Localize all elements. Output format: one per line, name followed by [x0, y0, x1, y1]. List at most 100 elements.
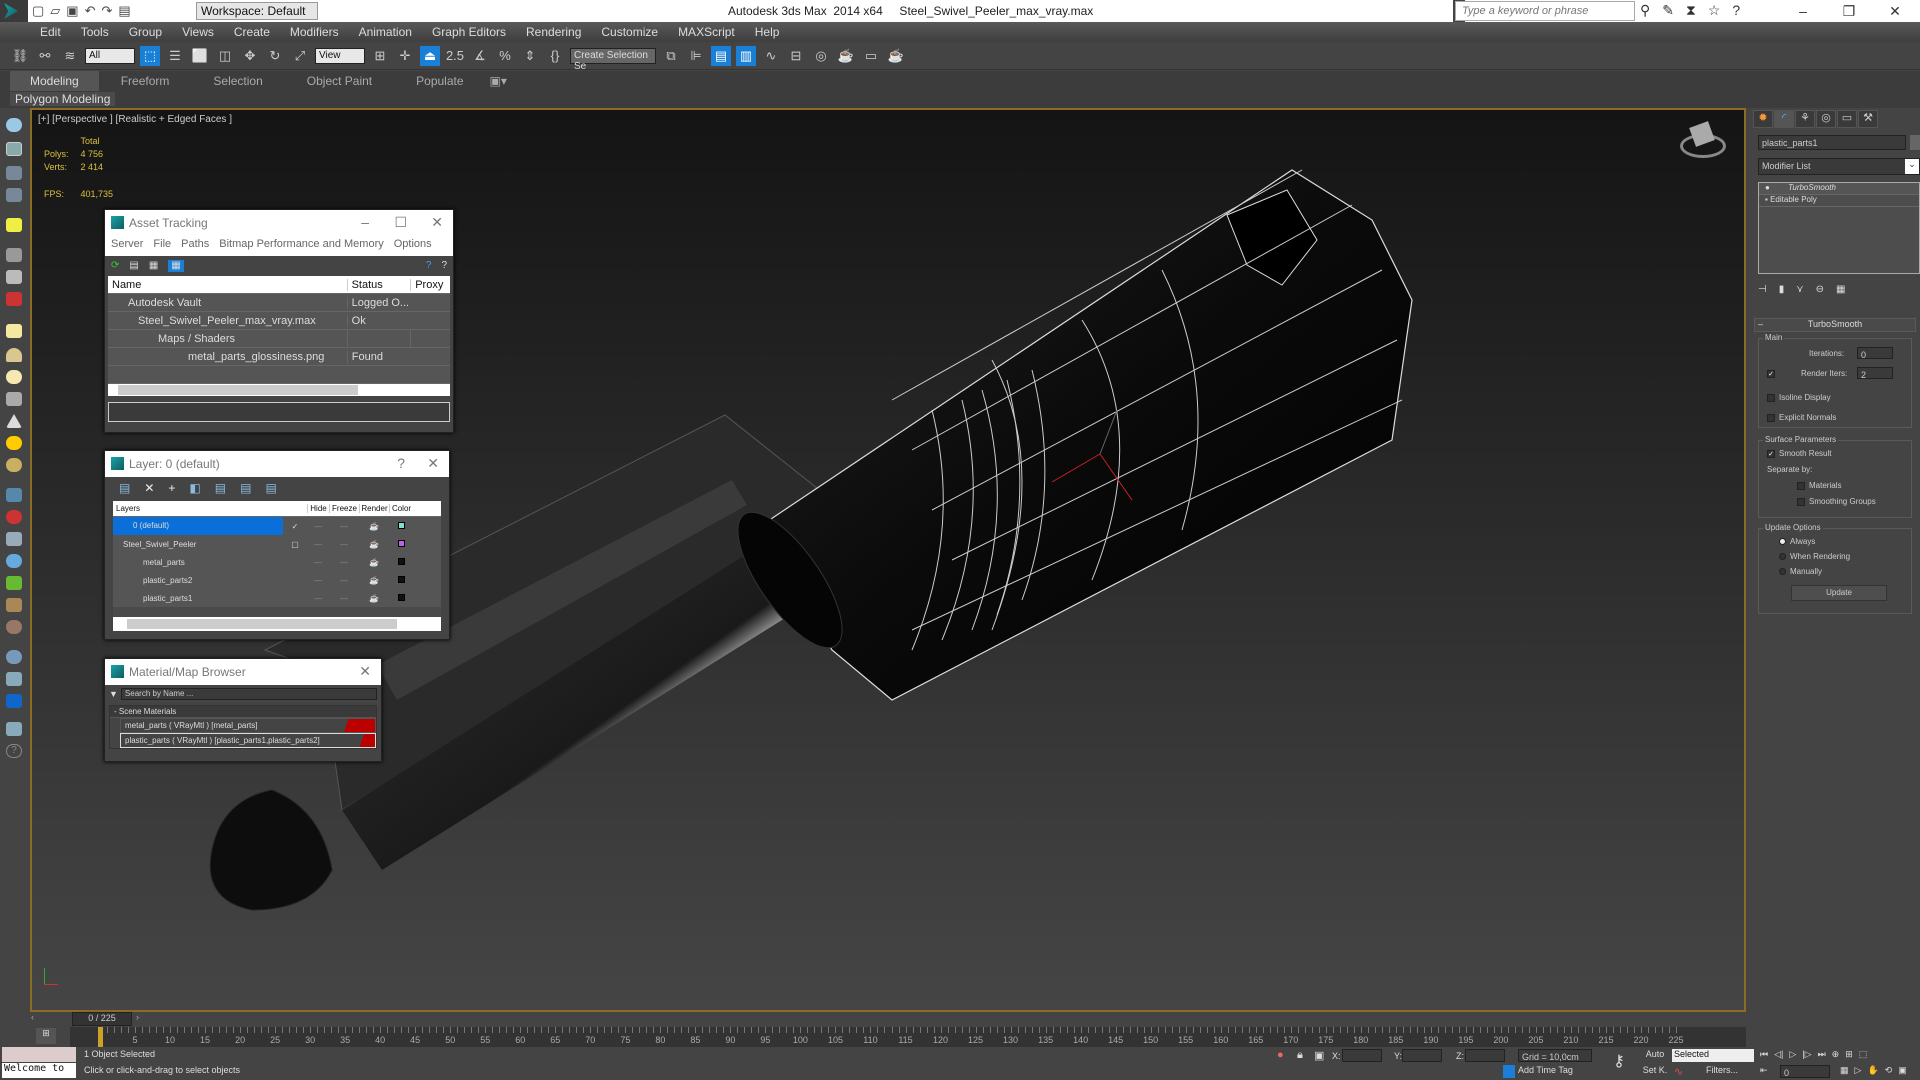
lightbulb-icon[interactable]: ● [1765, 183, 1770, 192]
select-by-name-icon[interactable]: ☰ [165, 46, 185, 66]
layer-row[interactable]: metal_parts — — ☕ [113, 553, 441, 571]
scene-explorer-icon[interactable]: ▤ [711, 45, 731, 66]
highlight-layer-icon[interactable]: ▤ [240, 481, 251, 497]
at-menu-server[interactable]: Server [111, 238, 143, 254]
render-production-icon[interactable]: ☕ [886, 46, 906, 66]
list-panel-icon[interactable] [6, 166, 22, 180]
configure-modifier-sets-icon[interactable]: ▦ [1836, 284, 1845, 295]
unlink-icon[interactable]: ⚯ [35, 46, 55, 66]
render-iters-spinner[interactable]: 2 [1857, 367, 1893, 380]
material-editor-icon[interactable]: ◎ [811, 46, 831, 66]
named-selection-set-dropdown[interactable]: Create Selection Se [570, 47, 656, 72]
column-name[interactable]: Name [108, 279, 347, 291]
restore-button[interactable]: ❐ [1826, 0, 1872, 22]
render-setup-icon[interactable]: ☕ [836, 46, 856, 66]
close-button[interactable]: ✕ [427, 455, 439, 472]
scene-materials-group[interactable]: - Scene Materials [110, 706, 376, 718]
select-manipulate-icon[interactable]: ✛ [395, 46, 415, 66]
key-mode-toggle-icon[interactable]: ⇤ [1760, 1065, 1768, 1076]
materials-checkbox[interactable] [1797, 481, 1805, 490]
render-teapot-icon[interactable]: ☕ [359, 594, 389, 603]
menu-modifiers[interactable]: Modifiers [290, 25, 339, 39]
schematic-view-icon[interactable]: ⊟ [786, 46, 806, 66]
x-coordinate-field[interactable] [1342, 1049, 1382, 1062]
help-circle-icon[interactable]: ? [6, 744, 22, 758]
select-and-link-icon[interactable]: ⛓ [10, 46, 30, 66]
layer-row[interactable]: plastic_parts2— — ☕ [113, 571, 441, 589]
help-icon[interactable]: ? [1732, 2, 1740, 19]
infocenter-search-input[interactable]: Type a keyword or phrase [1455, 1, 1635, 21]
dome-light-icon[interactable] [6, 348, 22, 362]
molecule-icon[interactable] [6, 510, 22, 524]
align-icon[interactable]: ⊫ [686, 46, 706, 66]
orbit-icon[interactable]: ⟲ [1885, 1065, 1893, 1076]
previous-frame-icon[interactable]: ◁| [1774, 1049, 1783, 1060]
layer-color-swatch[interactable] [397, 575, 405, 583]
smooth-result-checkbox[interactable]: ✓ [1767, 449, 1775, 458]
open-file-icon[interactable]: ▱ [50, 3, 60, 19]
field-of-view-icon[interactable]: ▷ [1855, 1065, 1862, 1076]
frame-buffer-icon[interactable] [6, 694, 22, 708]
render-teapot-icon[interactable]: ☕ [359, 576, 389, 585]
layer-color-swatch[interactable] [397, 557, 405, 565]
favorites-star-icon[interactable]: ☆ [1708, 2, 1721, 19]
zoom-all-icon[interactable]: ⊞ [1845, 1049, 1853, 1060]
modify-tab-icon[interactable]: ◜ [1774, 110, 1794, 128]
cone-icon[interactable] [6, 414, 22, 428]
current-frame-field[interactable]: 0 [1780, 1065, 1830, 1078]
application-menu-button[interactable] [0, 0, 28, 22]
expand-plus-icon[interactable]: ▪ [1765, 195, 1768, 204]
mirror-icon[interactable]: ⧉ [661, 46, 681, 66]
isolate-selection-icon[interactable]: ● [1277, 1049, 1284, 1061]
bind-space-warp-icon[interactable]: ≋ [60, 46, 80, 66]
always-radio[interactable] [1779, 538, 1786, 546]
asset-row[interactable]: Autodesk Vault Logged O... [108, 294, 450, 312]
snaps-toggle-icon[interactable]: 2.5 [445, 46, 465, 66]
set-key-button[interactable]: Set K. [1640, 1065, 1670, 1078]
angle-snap-icon[interactable]: ∡ [470, 46, 490, 66]
camera-icon[interactable] [6, 248, 22, 262]
manually-radio[interactable] [1779, 568, 1786, 576]
time-slider[interactable]: 0 / 225 [72, 1012, 132, 1026]
table-view-icon[interactable]: ▦ [168, 260, 184, 272]
export-icon[interactable] [6, 722, 22, 736]
modifier-list-dropdown[interactable]: Modifier List ⌄ [1758, 158, 1920, 175]
z-coordinate-field[interactable] [1465, 1049, 1505, 1062]
go-to-start-icon[interactable]: ⏮ [1760, 1049, 1768, 1060]
isoline-display-checkbox[interactable] [1767, 393, 1775, 402]
polygon-modeling-panel[interactable]: Polygon Modeling [10, 92, 116, 106]
new-file-icon[interactable]: ▢ [32, 3, 44, 19]
ribbon-options-icon[interactable]: ▣▾ [486, 74, 511, 88]
menu-views[interactable]: Views [182, 25, 214, 39]
render-teapot-icon[interactable]: ☕ [359, 558, 389, 567]
turbosmooth-rollout-header[interactable]: – TurboSmooth [1754, 318, 1916, 332]
sun-icon[interactable] [6, 436, 22, 450]
viewcube[interactable] [1678, 120, 1728, 160]
refresh-icon[interactable]: ⟳ [111, 260, 119, 272]
menu-customize[interactable]: Customize [601, 25, 658, 39]
time-configuration-icon[interactable]: ▦ [1840, 1065, 1849, 1076]
select-and-rotate-icon[interactable]: ↻ [265, 46, 285, 66]
close-button[interactable]: ✕ [1872, 0, 1918, 22]
layer-explorer-icon[interactable]: ▥ [736, 45, 756, 66]
menu-create[interactable]: Create [234, 25, 270, 39]
hair-icon[interactable] [6, 598, 22, 612]
select-object-icon[interactable]: ⬚ [140, 45, 160, 66]
reference-coordinate-dropdown[interactable]: View [315, 47, 365, 64]
motion-tab-icon[interactable]: ◎ [1816, 110, 1836, 128]
modifier-stack-item[interactable]: ▪ Editable Poly [1759, 195, 1919, 207]
new-layer-icon[interactable]: ▤ [119, 481, 130, 497]
list-view-icon[interactable]: ▤ [129, 260, 138, 272]
teapot-light-icon[interactable] [6, 392, 22, 406]
menu-tools[interactable]: Tools [81, 25, 109, 39]
asset-row[interactable]: Steel_Swivel_Peeler_max_vray.max Ok [108, 312, 450, 330]
ribbon-tab-object-paint[interactable]: Object Paint [285, 74, 394, 88]
next-frame-icon[interactable]: |▷ [1802, 1049, 1811, 1060]
select-and-scale-icon[interactable]: ⤢ [290, 46, 310, 66]
object-color-swatch[interactable] [1910, 135, 1920, 150]
time-tag-icon[interactable] [1503, 1065, 1515, 1078]
menu-rendering[interactable]: Rendering [526, 25, 581, 39]
minimize-button[interactable]: – [361, 214, 369, 230]
maximize-viewport-icon[interactable]: ▣ [1898, 1065, 1907, 1076]
sphere-light-icon[interactable] [6, 370, 22, 384]
